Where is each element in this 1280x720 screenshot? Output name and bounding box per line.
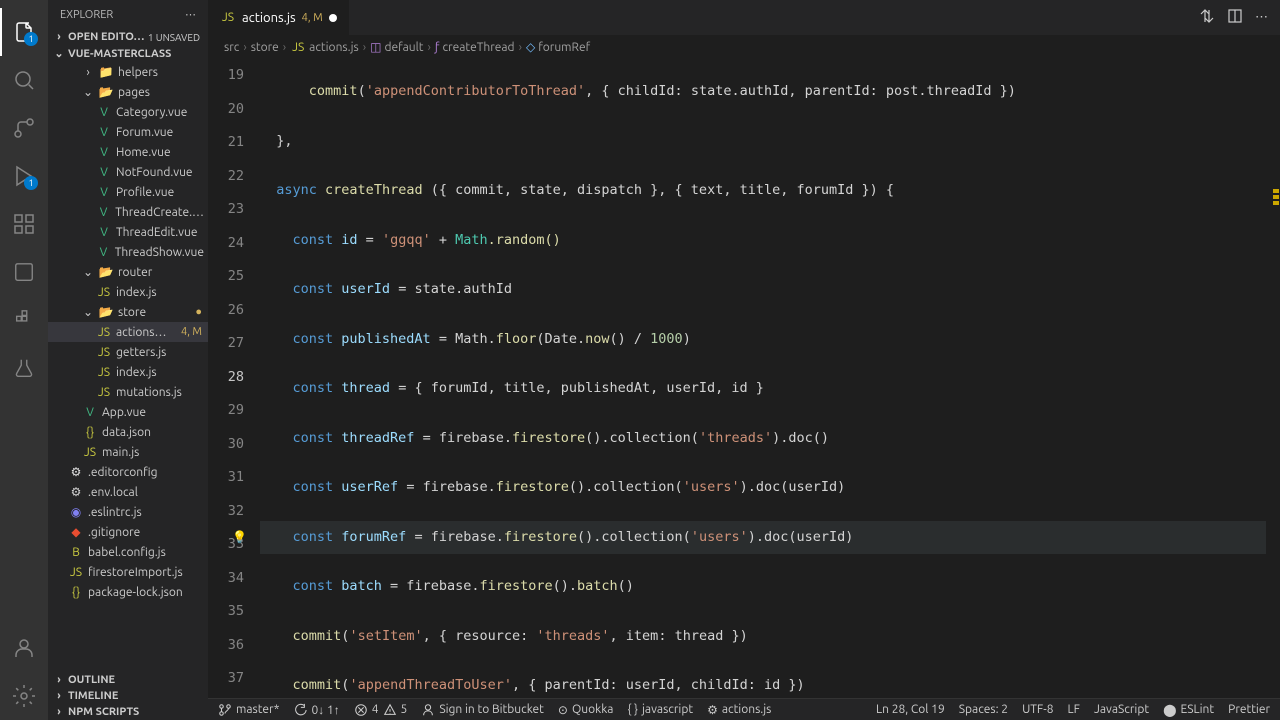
tree-file[interactable]: VNotFound.vue bbox=[48, 162, 208, 182]
settings-icon[interactable] bbox=[0, 672, 48, 720]
status-prettier[interactable]: Prettier bbox=[1228, 703, 1270, 716]
tree-file[interactable]: {}data.json bbox=[48, 422, 208, 442]
tree-folder[interactable]: ⌄📂store● bbox=[48, 302, 208, 322]
tree-file[interactable]: Bbabel.config.js bbox=[48, 542, 208, 562]
file-status: 4, M bbox=[181, 326, 204, 338]
tree-folder[interactable]: ›📁helpers bbox=[48, 62, 208, 82]
npm-section[interactable]: ›NPM SCRIPTS bbox=[48, 704, 208, 720]
tree-folder[interactable]: ⌄📂pages bbox=[48, 82, 208, 102]
chevron-down-icon: ⌄ bbox=[52, 47, 66, 60]
extensions-icon[interactable] bbox=[0, 200, 48, 248]
debug-icon[interactable]: 1 bbox=[0, 152, 48, 200]
status-branch[interactable]: master* bbox=[218, 703, 279, 717]
tree-file[interactable]: ⚙.editorconfig bbox=[48, 462, 208, 482]
tree-file[interactable]: ⚙.env.local bbox=[48, 482, 208, 502]
editor-main: JS actions.js 4, M ⋯ src› store› JSactio… bbox=[208, 0, 1280, 720]
testing-icon[interactable] bbox=[0, 344, 48, 392]
tree-file[interactable]: JSmutations.js bbox=[48, 382, 208, 402]
sidebar: EXPLORER ⋯ › OPEN EDITO… 1 UNSAVED ⌄ VUE… bbox=[48, 0, 208, 720]
status-lang[interactable]: { } javascript bbox=[627, 703, 693, 716]
file-tree: ›📁helpers ⌄📂pages VCategory.vue VForum.v… bbox=[48, 62, 208, 672]
more-icon[interactable]: ⋯ bbox=[185, 8, 196, 21]
status-spaces[interactable]: Spaces: 2 bbox=[959, 703, 1008, 716]
code-content[interactable]: commit('appendContributorToThread', { ch… bbox=[260, 59, 1266, 698]
chevron-right-icon: › bbox=[52, 31, 66, 43]
tree-file[interactable]: JSindex.js bbox=[48, 282, 208, 302]
tab-actions[interactable]: JS actions.js 4, M bbox=[208, 0, 349, 35]
split-icon[interactable] bbox=[1227, 8, 1243, 27]
status-signin[interactable]: Sign in to Bitbucket bbox=[421, 703, 544, 717]
status-cursor[interactable]: Ln 28, Col 19 bbox=[876, 703, 945, 716]
docker-icon[interactable] bbox=[0, 296, 48, 344]
timeline-section[interactable]: ›TIMELINE bbox=[48, 688, 208, 704]
code-editor[interactable]: 19 20 21 22 23 24 25 26 27 28 29 30 31 3… bbox=[208, 59, 1280, 698]
tree-file[interactable]: VApp.vue bbox=[48, 402, 208, 422]
status-eslint[interactable]: ⬤ ESLint bbox=[1163, 703, 1214, 717]
breadcrumb-item[interactable]: ƒcreateThread bbox=[435, 41, 515, 54]
explorer-badge: 1 bbox=[24, 32, 38, 46]
overview-ruler[interactable] bbox=[1266, 59, 1280, 698]
tree-file[interactable]: VThreadShow.vue bbox=[48, 242, 208, 262]
more-icon[interactable]: ⋯ bbox=[1255, 10, 1268, 25]
unsaved-badge: 1 UNSAVED bbox=[148, 32, 200, 43]
tree-file[interactable]: JSfirestoreImport.js bbox=[48, 562, 208, 582]
sidebar-title: EXPLORER ⋯ bbox=[48, 0, 208, 29]
outline-section[interactable]: ›OUTLINE bbox=[48, 672, 208, 688]
tree-file[interactable]: JSindex.js bbox=[48, 362, 208, 382]
tree-file[interactable]: VProfile.vue bbox=[48, 182, 208, 202]
status-quokka[interactable]: ⊙ Quokka bbox=[558, 703, 614, 717]
explorer-icon[interactable]: 1 bbox=[0, 8, 48, 56]
status-encoding[interactable]: UTF-8 bbox=[1022, 703, 1053, 716]
compare-icon[interactable] bbox=[1199, 8, 1215, 27]
tree-file[interactable]: VHome.vue bbox=[48, 142, 208, 162]
remote-icon[interactable] bbox=[0, 248, 48, 296]
tree-file[interactable]: ◉.eslintrc.js bbox=[48, 502, 208, 522]
tree-file[interactable]: VThreadCreate.… bbox=[48, 202, 208, 222]
breadcrumb-item[interactable]: JSactions.js bbox=[290, 39, 359, 55]
breadcrumb-item[interactable]: store bbox=[251, 41, 279, 54]
status-eol[interactable]: LF bbox=[1068, 703, 1080, 716]
scm-icon[interactable] bbox=[0, 104, 48, 152]
breadcrumb-item[interactable]: ◫default bbox=[370, 40, 423, 54]
line-gutter: 19 20 21 22 23 24 25 26 27 28 29 30 31 3… bbox=[208, 59, 260, 698]
modified-indicator: ● bbox=[195, 306, 204, 318]
js-icon: JS bbox=[220, 10, 236, 26]
activity-bar: 1 1 bbox=[0, 0, 48, 720]
tree-file[interactable]: VCategory.vue bbox=[48, 102, 208, 122]
tree-file[interactable]: {}package-lock.json bbox=[48, 582, 208, 602]
breadcrumbs[interactable]: src› store› JSactions.js› ◫default› ƒcre… bbox=[208, 35, 1280, 59]
tab-status: 4, M bbox=[302, 12, 323, 24]
search-icon[interactable] bbox=[0, 56, 48, 104]
lightbulb-icon[interactable]: 💡 bbox=[232, 521, 247, 555]
breadcrumb-item[interactable]: ◇forumRef bbox=[526, 40, 590, 54]
breadcrumb-item[interactable]: src bbox=[224, 41, 239, 54]
tree-file[interactable]: JSmain.js bbox=[48, 442, 208, 462]
open-editors-section[interactable]: › OPEN EDITO… 1 UNSAVED bbox=[48, 29, 208, 45]
status-file[interactable]: ⚙ actions.js bbox=[707, 703, 771, 717]
unsaved-dot-icon bbox=[329, 14, 337, 22]
tree-file[interactable]: JSgetters.js bbox=[48, 342, 208, 362]
tree-file[interactable]: VThreadEdit.vue bbox=[48, 222, 208, 242]
account-icon[interactable] bbox=[0, 624, 48, 672]
status-sync[interactable]: 0↓ 1↑ bbox=[293, 703, 339, 717]
tree-file-active[interactable]: JSactions…4, M bbox=[48, 322, 208, 342]
status-errors[interactable]: 4 5 bbox=[354, 703, 408, 717]
debug-badge: 1 bbox=[24, 176, 38, 190]
status-bar: master* 0↓ 1↑ 4 5 Sign in to Bitbucket ⊙… bbox=[208, 698, 1280, 720]
tab-bar: JS actions.js 4, M ⋯ bbox=[208, 0, 1280, 35]
status-filetype[interactable]: JavaScript bbox=[1094, 703, 1149, 716]
workspace-section[interactable]: ⌄ VUE-MASTERCLASS bbox=[48, 45, 208, 62]
tree-file[interactable]: ◆.gitignore bbox=[48, 522, 208, 542]
tree-file[interactable]: VForum.vue bbox=[48, 122, 208, 142]
tree-folder[interactable]: ⌄📂router bbox=[48, 262, 208, 282]
